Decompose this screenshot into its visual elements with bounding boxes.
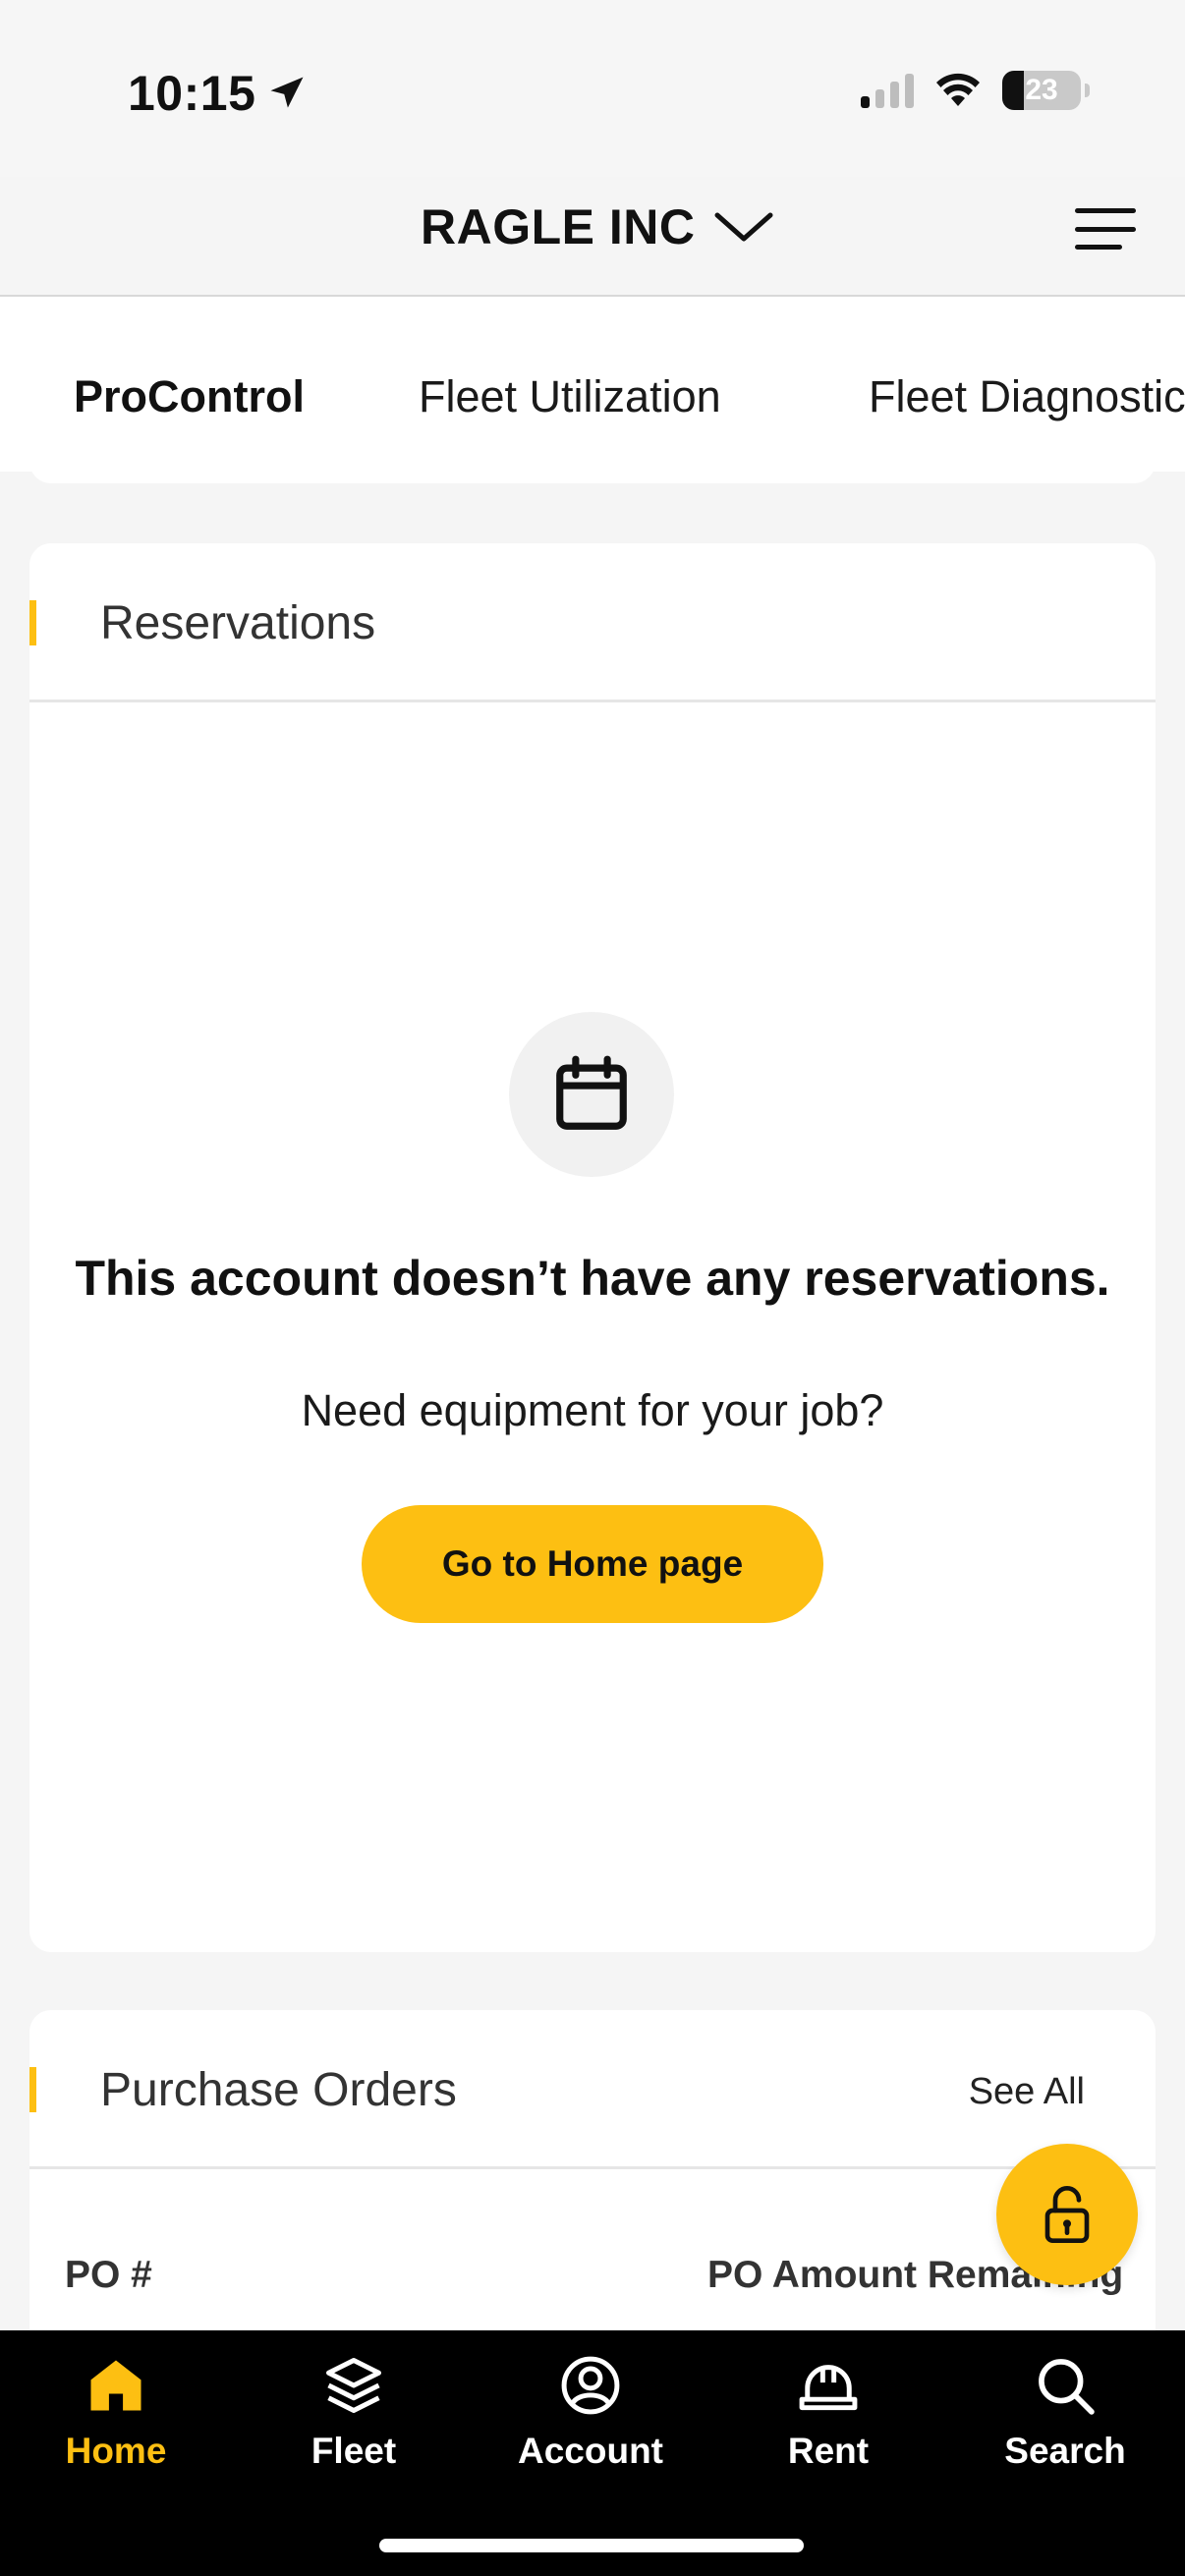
location-arrow-icon: [270, 77, 304, 108]
card-accent-bar: [29, 2067, 36, 2112]
calendar-icon-circle: [509, 1012, 674, 1177]
calendar-icon: [556, 1055, 627, 1130]
nav-search[interactable]: Search: [967, 2352, 1163, 2472]
reservations-header: Reservations: [29, 543, 1156, 702]
account-icon: [561, 2356, 620, 2415]
hardhat-icon: [799, 2365, 858, 2411]
cellular-signal-icon: [861, 73, 914, 108]
chevron-down-icon: [714, 212, 772, 242]
wifi-icon: [936, 73, 980, 106]
reservations-card: Reservations: [29, 543, 1156, 1952]
status-time-text: 10:15: [128, 66, 256, 121]
unlock-fab-button[interactable]: [996, 2144, 1138, 2285]
tab-fleet-diagnostics[interactable]: Fleet Diagnostics: [869, 371, 1185, 422]
purchase-orders-title: Purchase Orders: [100, 2064, 457, 2116]
po-number-column-header: PO #: [65, 2254, 152, 2296]
nav-search-label: Search: [1004, 2431, 1126, 2471]
empty-state-subtitle: Need equipment for your job?: [301, 1385, 884, 1435]
purchase-orders-header: Purchase Orders See All: [29, 2010, 1156, 2169]
reservations-title: Reservations: [100, 597, 376, 649]
nav-home-label: Home: [65, 2431, 167, 2471]
tab-fleet-utilization[interactable]: Fleet Utilization: [419, 371, 721, 422]
home-icon: [90, 2360, 141, 2411]
battery-level: 23: [1025, 74, 1058, 106]
home-indicator: [379, 2539, 804, 2552]
hamburger-menu-icon[interactable]: [1075, 208, 1136, 250]
nav-fleet[interactable]: Fleet: [255, 2352, 452, 2472]
layers-icon: [326, 2358, 381, 2413]
nav-rent-label: Rent: [787, 2431, 870, 2471]
card-accent-bar: [29, 600, 36, 645]
go-to-home-button[interactable]: Go to Home page: [362, 1505, 823, 1623]
status-time: 10:15: [128, 65, 309, 122]
app-header: RAGLE INC: [0, 138, 1185, 297]
battery-icon: 23: [1002, 71, 1090, 110]
status-indicators: 23: [861, 71, 1090, 110]
account-switcher[interactable]: RAGLE INC: [421, 198, 774, 255]
nav-fleet-label: Fleet: [310, 2431, 397, 2471]
tab-procontrol[interactable]: ProControl: [74, 371, 305, 422]
account-name: RAGLE INC: [421, 199, 696, 254]
unlock-icon: [1044, 2186, 1090, 2243]
see-all-link[interactable]: See All: [969, 2071, 1085, 2113]
nav-account-label: Account: [518, 2431, 663, 2471]
previous-card-edge: [29, 444, 1156, 483]
empty-state-title: This account doesn’t have any reservatio…: [75, 1251, 1110, 1306]
nav-account[interactable]: Account: [492, 2352, 689, 2472]
nav-rent[interactable]: Rent: [730, 2352, 927, 2472]
nav-home[interactable]: Home: [18, 2352, 214, 2472]
search-icon: [1039, 2359, 1095, 2415]
